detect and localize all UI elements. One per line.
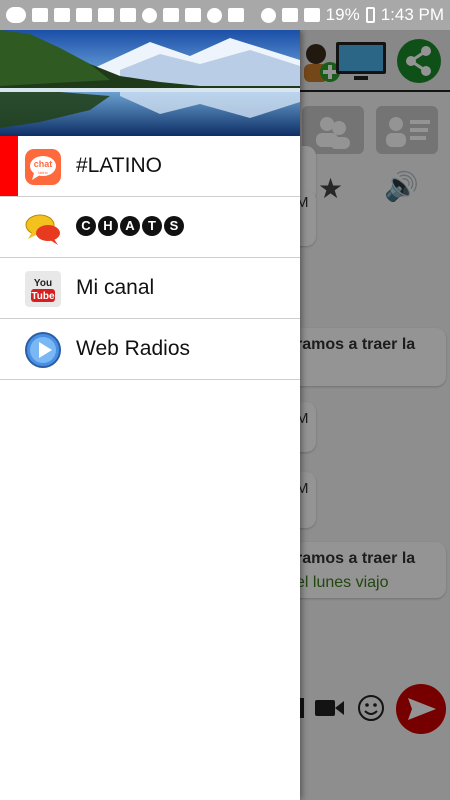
menu-item-label: Mi canal [76, 276, 155, 299]
flag-argentina-icon [185, 8, 201, 22]
chats-letter: T [142, 216, 162, 236]
flag-colombia-icon [207, 7, 222, 23]
app-icon-subtext: latino [38, 170, 48, 175]
tv-icon [163, 8, 179, 22]
chat-bubbles-icon [25, 214, 60, 245]
clock: 1:43 PM [380, 5, 444, 24]
navigation-drawer: chat latino #LATINO CHATS You Tube Mi ca… [0, 30, 300, 800]
chat-icon [32, 8, 48, 22]
menu-item-label: Web Radios [76, 337, 191, 360]
play-circle-icon [25, 332, 61, 368]
chats-letter: A [120, 216, 140, 236]
menu-item-mi-canal[interactable]: You Tube Mi canal [0, 258, 300, 319]
app-icon-text: chat [34, 159, 53, 169]
mail-icon [54, 8, 70, 22]
chats-letter: H [98, 216, 118, 236]
svg-text:You: You [34, 278, 52, 289]
signal-icon [303, 8, 320, 22]
youtube-icon: You Tube [25, 271, 61, 307]
download-icon [228, 8, 244, 22]
menu-item-label: #LATINO [76, 154, 162, 177]
menu-item-web-radios[interactable]: Web Radios [0, 319, 300, 380]
chat-latino-icon: chat latino [25, 149, 61, 185]
menu-item-latino[interactable]: chat latino #LATINO [0, 136, 300, 197]
svg-text:Tube: Tube [31, 291, 55, 302]
menu-item-chats[interactable]: CHATS [0, 197, 300, 258]
battery-percent: 19% [325, 5, 360, 24]
alarm-icon [260, 7, 276, 23]
wifi-icon [281, 8, 298, 22]
image-icon [120, 8, 136, 22]
status-system: 19% 1:43 PM [260, 5, 444, 25]
notes-icon [98, 8, 114, 22]
status-bar: 19% 1:43 PM [0, 0, 450, 30]
chats-letter: S [164, 216, 184, 236]
status-notifications [6, 7, 261, 23]
message-dots-icon [6, 7, 26, 23]
info-icon [142, 7, 157, 23]
chats-letter: C [76, 216, 96, 236]
menu-item-label-chats: CHATS [76, 216, 184, 236]
voicemail-icon [76, 8, 92, 22]
drawer-header-landscape [0, 30, 300, 136]
battery-icon [365, 7, 375, 23]
